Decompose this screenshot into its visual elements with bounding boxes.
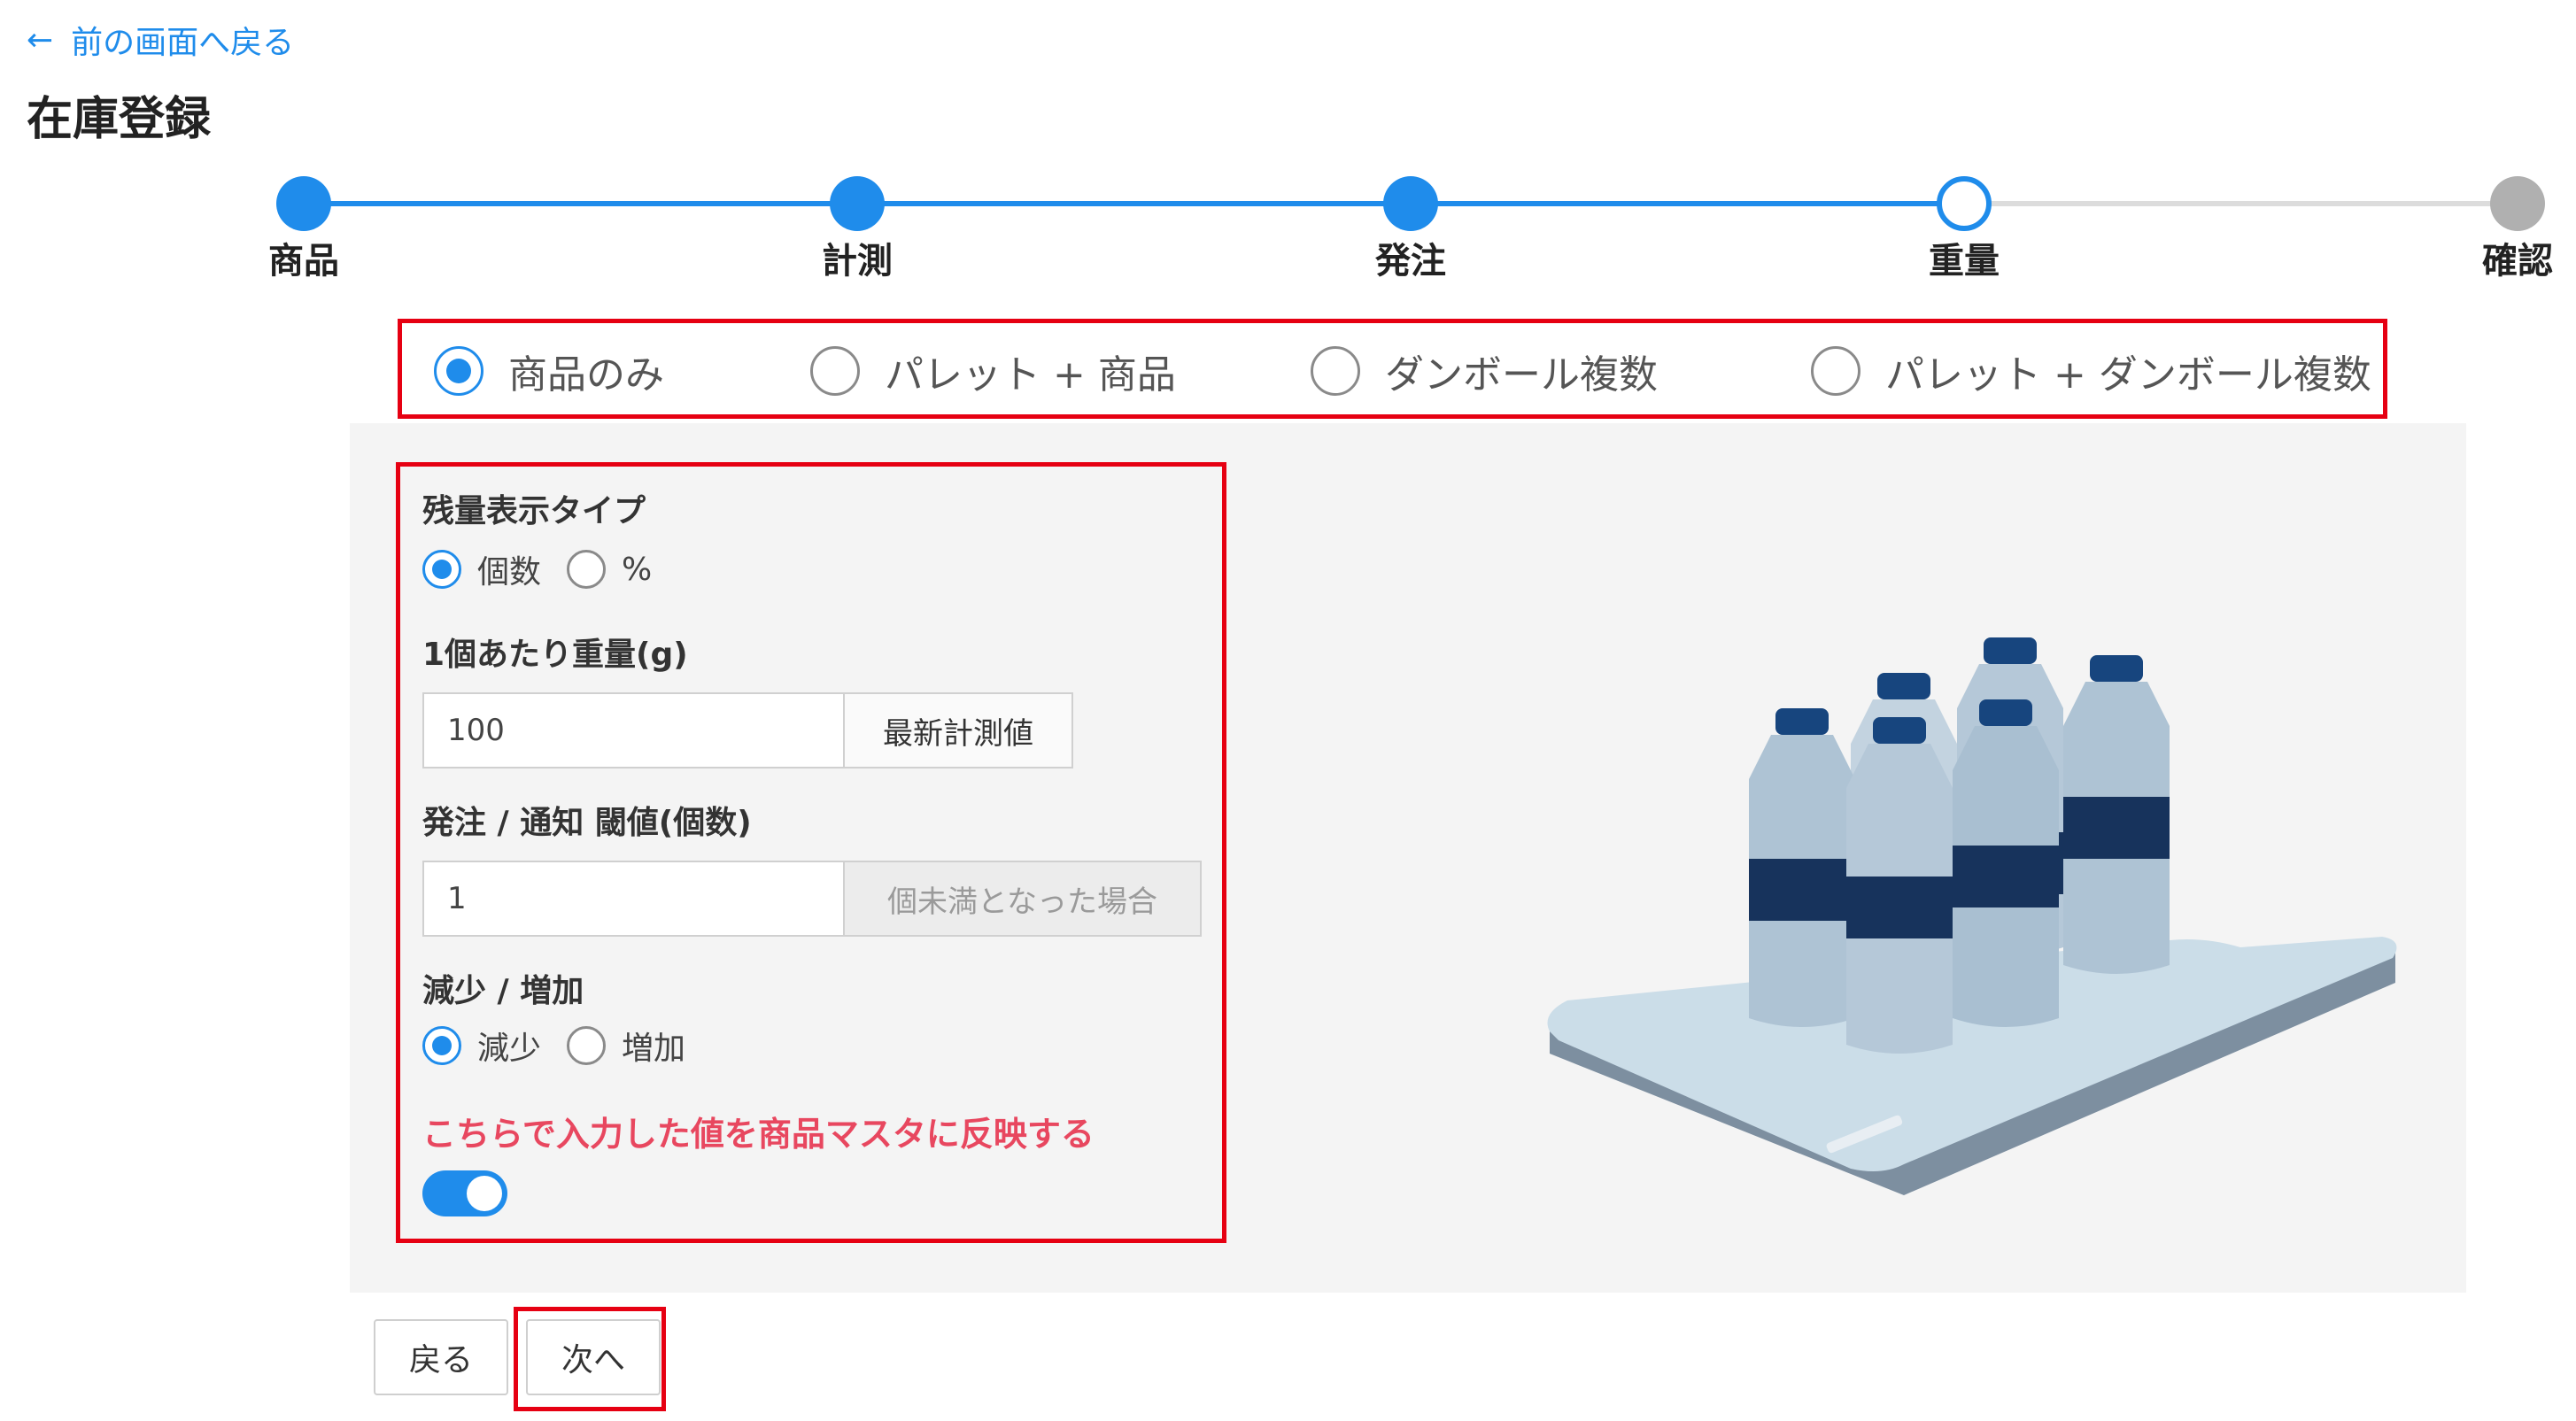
reflect-to-master-label: こちらで入力した値を商品マスタに反映する (422, 1115, 1095, 1154)
option-label: 増加 (622, 1031, 686, 1067)
step-label-confirm: 確認 (2482, 241, 2553, 282)
radio-button[interactable] (1811, 346, 1860, 396)
back-button[interactable]: 戻る (374, 1319, 508, 1395)
radio-button[interactable] (422, 550, 461, 589)
mode-option-pallet-product[interactable]: パレット + 商品 (810, 344, 1176, 398)
stepper: 商品 計測 発注 重量 確認 (0, 0, 2576, 292)
display-type-option-percent[interactable]: % (567, 547, 652, 591)
step-connector (857, 201, 1411, 206)
direction-option-decrease[interactable]: 減少 (422, 1023, 541, 1068)
mode-option-label: パレット + ダンボール複数 (1885, 352, 2371, 398)
reflect-to-master-toggle[interactable] (422, 1170, 507, 1216)
step-connector (304, 201, 857, 206)
radio-button[interactable] (422, 1026, 461, 1065)
option-label: 個数 (477, 554, 542, 591)
scale-with-bottles-illustration (1547, 637, 2397, 1195)
threshold-input[interactable]: 1 (422, 861, 845, 937)
radio-button[interactable] (1311, 346, 1360, 396)
radio-button[interactable] (810, 346, 860, 396)
threshold-suffix: 個未満となった場合 (843, 861, 1202, 937)
water-bottle-icon (2063, 655, 2170, 974)
mode-option-multi-carton[interactable]: ダンボール複数 (1311, 344, 1658, 398)
option-label: % (622, 551, 653, 588)
mode-option-label: 商品のみ (508, 352, 664, 398)
option-label: 減少 (477, 1031, 542, 1067)
mode-option-product-only[interactable]: 商品のみ (434, 344, 664, 398)
direction-label: 減少 / 増加 (422, 973, 584, 1009)
next-button[interactable]: 次へ (526, 1319, 661, 1395)
direction-option-increase[interactable]: 増加 (567, 1023, 685, 1068)
water-bottle-icon (1846, 717, 1953, 1054)
step-node-confirm[interactable] (2490, 176, 2545, 231)
radio-button[interactable] (434, 346, 483, 396)
step-node-product[interactable] (276, 176, 331, 231)
mode-option-pallet-multi-carton[interactable]: パレット + ダンボール複数 (1811, 344, 2371, 398)
step-label-measure: 計測 (822, 241, 893, 282)
water-bottle-icon (1953, 699, 2059, 1027)
display-type-option-count[interactable]: 個数 (422, 547, 541, 591)
step-connector (1964, 201, 2518, 206)
step-connector (1411, 201, 1964, 206)
latest-measurement-button[interactable]: 最新計測値 (843, 692, 1073, 768)
step-node-weight[interactable] (1937, 176, 1992, 231)
step-node-measure[interactable] (830, 176, 885, 231)
threshold-label: 発注 / 通知 閾値(個数) (422, 805, 752, 841)
step-label-weight: 重量 (1929, 241, 2000, 282)
water-bottle-icon (1749, 708, 1855, 1027)
display-type-label: 残量表示タイプ (422, 493, 646, 529)
toggle-knob (467, 1176, 502, 1211)
step-node-order[interactable] (1383, 176, 1438, 231)
radio-button[interactable] (567, 550, 606, 589)
step-label-product: 商品 (268, 241, 339, 282)
unit-weight-input[interactable]: 100 (422, 692, 845, 768)
mode-option-label: ダンボール複数 (1385, 352, 1658, 398)
step-label-order: 発注 (1375, 241, 1446, 282)
mode-option-label: パレット + 商品 (885, 352, 1176, 398)
unit-weight-label: 1個あたり重量(g) (422, 637, 688, 673)
radio-button[interactable] (567, 1026, 606, 1065)
